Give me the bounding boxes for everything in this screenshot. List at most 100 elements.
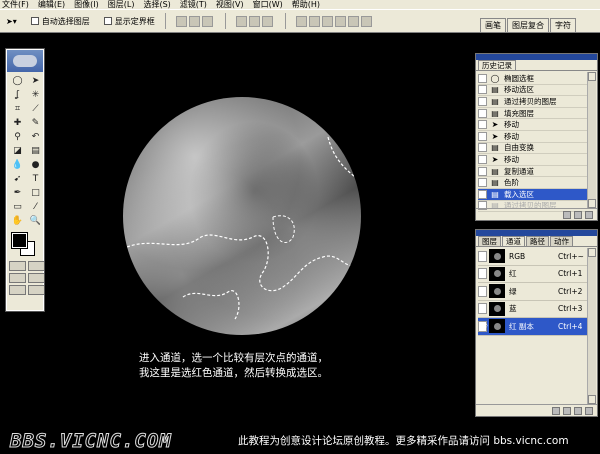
well-tab-layer-comps[interactable]: 图层复合: [507, 18, 549, 32]
history-brush-source[interactable]: [478, 108, 487, 118]
marquee-tool-icon[interactable]: ◯: [9, 74, 26, 87]
well-tab-character[interactable]: 字符: [550, 18, 576, 32]
menu-view[interactable]: 视图(V): [216, 0, 244, 9]
jump-to-imageready-icon[interactable]: [28, 285, 45, 295]
history-brush-source[interactable]: [478, 154, 487, 164]
notes-tool-icon[interactable]: ▭: [9, 200, 26, 213]
channel-row[interactable]: RGB Ctrl+~: [478, 248, 588, 266]
tab-channels[interactable]: 通道: [502, 236, 525, 246]
visibility-toggle[interactable]: [478, 303, 487, 315]
channel-row-selected[interactable]: 👁 红 副本 Ctrl+4: [478, 318, 588, 336]
dodge-tool-icon[interactable]: ●: [27, 158, 44, 171]
history-brush-source[interactable]: [478, 189, 487, 199]
screen-mode-icon[interactable]: [9, 273, 26, 283]
menu-help[interactable]: 帮助(H): [292, 0, 320, 9]
align-top-icon[interactable]: [175, 15, 187, 27]
channels-scrollbar[interactable]: [587, 248, 596, 404]
history-brush-source[interactable]: [478, 73, 487, 83]
eyedropper-icon[interactable]: ⁄: [27, 200, 44, 213]
menu-file[interactable]: 文件(F): [2, 0, 29, 9]
menu-image[interactable]: 图像(I): [74, 0, 99, 9]
channel-row[interactable]: 红 Ctrl+1: [478, 266, 588, 283]
visibility-toggle[interactable]: [478, 268, 487, 280]
shape-tool-icon[interactable]: □: [27, 186, 44, 199]
well-tab-brushes[interactable]: 画笔: [480, 18, 506, 32]
quickmask-mode-icon[interactable]: [28, 261, 45, 271]
fullscreen-menu-icon[interactable]: [28, 273, 45, 283]
magic-wand-icon[interactable]: ✳: [27, 88, 44, 101]
new-document-icon[interactable]: [563, 210, 571, 219]
eye-icon[interactable]: 👁: [478, 320, 488, 332]
distribute-left-icon[interactable]: [334, 15, 346, 27]
history-item[interactable]: ▤ 填充图层: [478, 108, 588, 120]
distribute-center-icon[interactable]: [347, 15, 359, 27]
history-item[interactable]: ▤ 移动选区: [478, 85, 588, 97]
scroll-up-icon[interactable]: [588, 248, 596, 257]
align-bottom-icon[interactable]: [201, 15, 213, 27]
align-middle-icon[interactable]: [188, 15, 200, 27]
history-brush-source[interactable]: [478, 96, 487, 106]
trash-icon[interactable]: [585, 406, 593, 415]
history-brush-source[interactable]: [478, 143, 487, 153]
new-snapshot-icon[interactable]: [574, 210, 582, 219]
history-item[interactable]: ➤ 移动: [478, 119, 588, 131]
load-selection-icon[interactable]: [552, 406, 560, 415]
scroll-up-icon[interactable]: [588, 72, 596, 81]
menu-filter[interactable]: 滤镜(T): [180, 0, 207, 9]
tab-layers[interactable]: 图层: [478, 236, 501, 246]
menu-layer[interactable]: 图层(L): [108, 0, 135, 9]
new-channel-icon[interactable]: [574, 406, 582, 415]
eraser-tool-icon[interactable]: ◪: [9, 144, 26, 157]
move-tool-icon[interactable]: ➤: [27, 74, 44, 87]
lasso-tool-icon[interactable]: ʆ: [9, 88, 26, 101]
history-brush-source[interactable]: [478, 166, 487, 176]
history-item[interactable]: ➤ 移动: [478, 154, 588, 166]
zoom-tool-icon[interactable]: 🔍: [27, 214, 44, 227]
blur-tool-icon[interactable]: 💧: [9, 158, 26, 171]
crop-tool-icon[interactable]: ⌗: [9, 102, 26, 115]
history-item[interactable]: ➤ 移动: [478, 131, 588, 143]
path-select-icon[interactable]: ➹: [9, 172, 26, 185]
history-item[interactable]: ▤ 通过拷贝的图层: [478, 96, 588, 108]
foreground-color[interactable]: [11, 232, 28, 249]
type-tool-icon[interactable]: T: [27, 172, 44, 185]
pen-tool-icon[interactable]: ✒: [9, 186, 26, 199]
history-brush-source[interactable]: [478, 131, 487, 141]
channel-row[interactable]: 蓝 Ctrl+3: [478, 301, 588, 318]
fullscreen-icon[interactable]: [9, 285, 26, 295]
visibility-toggle[interactable]: [478, 285, 487, 297]
slice-tool-icon[interactable]: ⟋: [27, 102, 44, 115]
history-brush-icon[interactable]: ↶: [27, 130, 44, 143]
menu-select[interactable]: 选择(S): [143, 0, 170, 9]
save-selection-icon[interactable]: [563, 406, 571, 415]
distribute-right-icon[interactable]: [360, 15, 372, 27]
distribute-top-icon[interactable]: [295, 15, 307, 27]
history-item[interactable]: ◯ 椭圆选框: [478, 73, 588, 85]
menu-window[interactable]: 窗口(W): [253, 0, 283, 9]
distribute-middle-icon[interactable]: [308, 15, 320, 27]
distribute-bottom-icon[interactable]: [321, 15, 333, 27]
stamp-tool-icon[interactable]: ⚲: [9, 130, 26, 143]
image-canvas[interactable]: [123, 97, 361, 335]
scroll-down-icon[interactable]: [588, 199, 596, 208]
history-brush-source[interactable]: [478, 178, 487, 188]
align-right-icon[interactable]: [261, 15, 273, 27]
tab-paths[interactable]: 路径: [526, 236, 549, 246]
history-item[interactable]: ▤ 色阶: [478, 177, 588, 189]
history-item[interactable]: ▤ 自由变换: [478, 143, 588, 155]
align-left-icon[interactable]: [235, 15, 247, 27]
hand-tool-icon[interactable]: ✋: [9, 214, 26, 227]
gradient-tool-icon[interactable]: ▤: [27, 144, 44, 157]
history-brush-source[interactable]: [478, 120, 487, 130]
align-center-icon[interactable]: [248, 15, 260, 27]
trash-icon[interactable]: [585, 210, 593, 219]
move-tool-icon[interactable]: ➤▾: [6, 17, 17, 26]
auto-select-checkbox[interactable]: [30, 17, 39, 25]
history-item-selected[interactable]: ▤ 载入选区: [478, 188, 588, 201]
standard-mode-icon[interactable]: [9, 261, 26, 271]
tab-actions[interactable]: 动作: [550, 236, 573, 246]
show-bounds-checkbox[interactable]: [103, 17, 112, 25]
scroll-down-icon[interactable]: [588, 395, 596, 404]
visibility-toggle[interactable]: [478, 250, 487, 262]
color-swatches[interactable]: [9, 232, 41, 259]
